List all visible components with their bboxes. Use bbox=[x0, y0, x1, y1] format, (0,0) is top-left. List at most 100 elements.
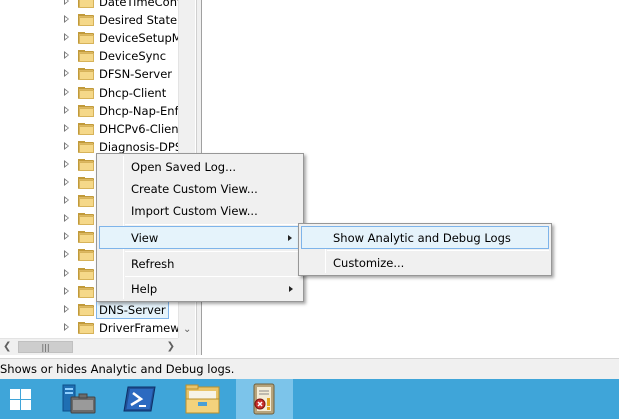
menu-item-label: Help bbox=[131, 282, 158, 296]
menu-item-help[interactable]: Help bbox=[99, 278, 301, 300]
menu-item-customize[interactable]: Customize... bbox=[301, 252, 549, 274]
status-text: Shows or hides Analytic and Debug logs. bbox=[0, 362, 235, 376]
context-menu: Open Saved Log... Create Custom View... … bbox=[96, 153, 304, 302]
menu-separator bbox=[327, 250, 549, 251]
tree-item-label: Dhcp-Nap-Enf bbox=[99, 103, 179, 118]
tree-item-label: DeviceSetupMa bbox=[99, 31, 189, 46]
expand-arrow-icon[interactable] bbox=[64, 214, 69, 223]
menu-separator bbox=[125, 251, 301, 252]
tree-item[interactable]: DeviceSetupMa bbox=[0, 29, 189, 47]
event-viewer-icon bbox=[253, 383, 275, 415]
tree-item-label: DeviceSync bbox=[99, 49, 167, 64]
horizontal-scrollbar[interactable]: ❮ ||| ❯ bbox=[0, 338, 178, 355]
menu-item-label: Customize... bbox=[333, 256, 405, 270]
tree-item-label: DNS-Server bbox=[96, 300, 169, 319]
folder-icon bbox=[78, 303, 94, 316]
windows-start-icon bbox=[10, 389, 31, 410]
server-manager-button[interactable] bbox=[50, 379, 107, 419]
file-explorer-button[interactable] bbox=[174, 379, 231, 419]
submenu-arrow-icon bbox=[289, 286, 293, 292]
menu-item-open-saved-log[interactable]: Open Saved Log... bbox=[99, 156, 301, 178]
event-viewer-button[interactable] bbox=[236, 379, 293, 419]
menu-item-create-custom-view[interactable]: Create Custom View... bbox=[99, 178, 301, 200]
expand-arrow-icon[interactable] bbox=[64, 304, 69, 313]
tree-item[interactable]: DFSN-Server bbox=[0, 65, 178, 83]
folder-icon bbox=[78, 86, 94, 99]
folder-icon bbox=[78, 231, 94, 244]
expand-arrow-icon[interactable] bbox=[64, 250, 69, 259]
expand-arrow-icon[interactable] bbox=[64, 33, 69, 42]
expand-arrow-icon[interactable] bbox=[64, 105, 69, 114]
menu-item-label: Refresh bbox=[131, 257, 175, 271]
tree-item[interactable]: DHCPv6-Client bbox=[0, 120, 183, 138]
expand-arrow-icon[interactable] bbox=[64, 322, 69, 331]
folder-icon bbox=[78, 267, 94, 280]
start-button[interactable] bbox=[0, 379, 42, 419]
expand-arrow-icon[interactable] bbox=[64, 87, 69, 96]
scrollbar-corner bbox=[178, 338, 195, 355]
tree-item[interactable]: Dhcp-Client bbox=[0, 84, 178, 102]
tree-item[interactable]: DriverFramewo bbox=[0, 319, 187, 337]
folder-icon bbox=[78, 32, 94, 45]
expand-arrow-icon[interactable] bbox=[64, 286, 69, 295]
view-submenu: Show Analytic and Debug Logs Customize..… bbox=[298, 223, 552, 276]
tree-item[interactable]: Desired State C bbox=[0, 11, 189, 29]
scrollbar-thumb[interactable]: ||| bbox=[18, 341, 73, 353]
menu-separator bbox=[125, 276, 301, 277]
menu-item-label: View bbox=[131, 231, 159, 245]
folder-icon bbox=[78, 321, 94, 334]
expand-arrow-icon[interactable] bbox=[64, 268, 69, 277]
folder-icon bbox=[78, 50, 94, 63]
expand-arrow-icon[interactable] bbox=[64, 159, 69, 168]
powershell-icon bbox=[123, 386, 156, 412]
menu-item-label: Import Custom View... bbox=[131, 204, 258, 218]
folder-icon bbox=[78, 213, 94, 226]
expand-arrow-icon[interactable] bbox=[64, 196, 69, 205]
scroll-left-icon[interactable]: ❮ bbox=[3, 341, 11, 352]
tree-item[interactable]: DateTimeCont bbox=[0, 0, 182, 11]
folder-icon bbox=[78, 140, 94, 153]
status-bar: Shows or hides Analytic and Debug logs. bbox=[0, 358, 619, 379]
tree-item-label: DFSN-Server bbox=[99, 67, 173, 82]
menu-item-show-analytic-debug-logs[interactable]: Show Analytic and Debug Logs bbox=[301, 226, 549, 249]
tree-item-label: DriverFramewo bbox=[99, 320, 187, 335]
taskbar bbox=[0, 379, 619, 419]
tree-item-label: Dhcp-Client bbox=[99, 85, 167, 100]
tree-item-label: DateTimeCont bbox=[99, 0, 182, 9]
scroll-right-icon[interactable]: ❯ bbox=[167, 341, 175, 352]
expand-arrow-icon[interactable] bbox=[64, 123, 69, 132]
folder-icon bbox=[78, 285, 94, 298]
folder-icon bbox=[78, 68, 94, 81]
tree-item-label: DHCPv6-Client bbox=[99, 121, 184, 136]
menu-item-import-custom-view[interactable]: Import Custom View... bbox=[99, 200, 301, 222]
folder-icon bbox=[78, 195, 94, 208]
powershell-button[interactable] bbox=[111, 379, 168, 419]
folder-icon bbox=[78, 0, 94, 8]
server-manager-icon bbox=[62, 384, 96, 414]
submenu-arrow-icon bbox=[288, 235, 292, 241]
tree-item[interactable]: DeviceSync bbox=[0, 47, 178, 65]
tree-item[interactable]: DNS-Server bbox=[0, 300, 178, 319]
expand-arrow-icon[interactable] bbox=[64, 51, 69, 60]
file-explorer-icon bbox=[185, 384, 220, 414]
scroll-down-icon[interactable]: ⌄ bbox=[183, 325, 191, 335]
tree-item[interactable]: Dhcp-Nap-Enf bbox=[0, 102, 179, 120]
menu-item-label: Show Analytic and Debug Logs bbox=[333, 231, 511, 245]
menu-item-view[interactable]: View bbox=[99, 226, 301, 249]
expand-arrow-icon[interactable] bbox=[64, 69, 69, 78]
menu-item-label: Open Saved Log... bbox=[131, 160, 237, 174]
tree-item-label: Desired State C bbox=[99, 13, 189, 28]
folder-icon bbox=[78, 14, 94, 27]
menu-item-refresh[interactable]: Refresh bbox=[99, 253, 301, 275]
expand-arrow-icon[interactable] bbox=[64, 0, 69, 5]
expand-arrow-icon[interactable] bbox=[64, 141, 69, 150]
folder-icon bbox=[78, 104, 94, 117]
folder-icon bbox=[78, 122, 94, 135]
expand-arrow-icon[interactable] bbox=[64, 15, 69, 24]
menu-item-label: Create Custom View... bbox=[131, 182, 258, 196]
menu-separator bbox=[125, 224, 301, 225]
expand-arrow-icon[interactable] bbox=[64, 178, 69, 186]
folder-icon bbox=[78, 177, 94, 189]
expand-arrow-icon[interactable] bbox=[64, 232, 69, 241]
folder-icon bbox=[78, 158, 94, 171]
